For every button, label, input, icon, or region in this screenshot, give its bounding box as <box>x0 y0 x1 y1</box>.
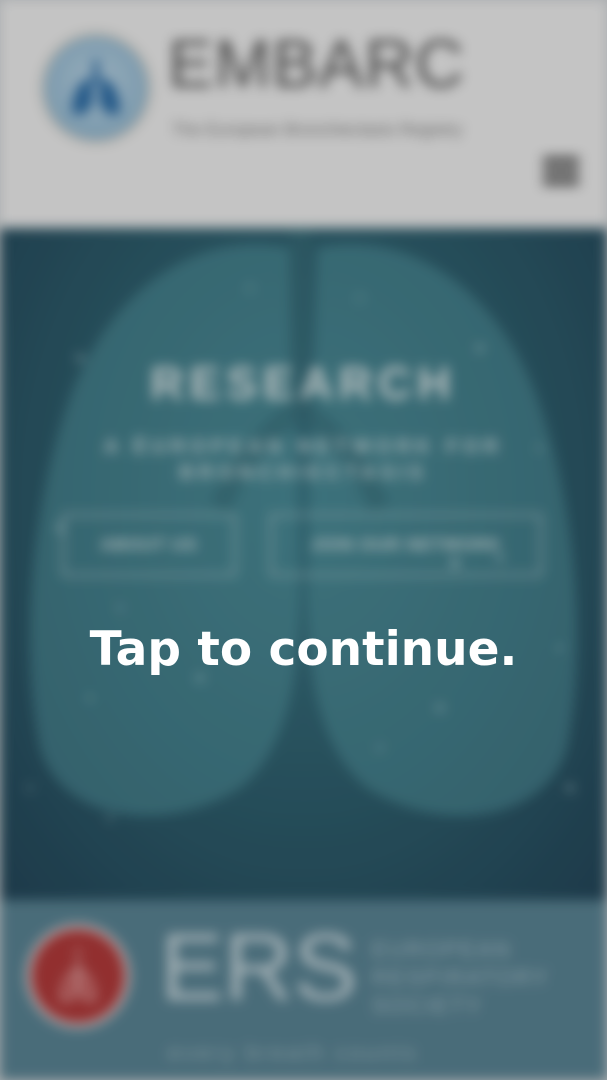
page[interactable]: EMBARC The European Bronchiectasis Regis… <box>0 0 607 1080</box>
tap-to-continue-prompt: Tap to continue. <box>89 622 518 677</box>
tap-to-continue-overlay[interactable]: Tap to continue. <box>0 0 607 1080</box>
